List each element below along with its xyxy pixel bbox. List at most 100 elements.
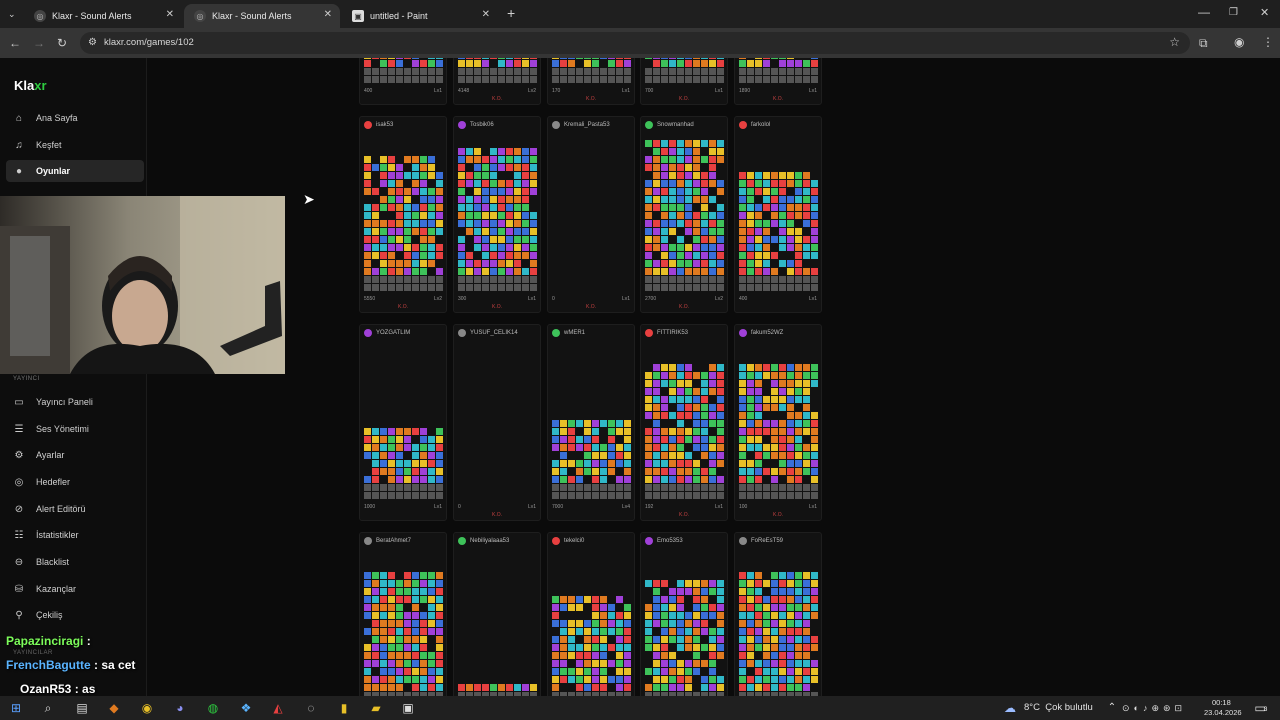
bookmark-star-icon[interactable]: ☆ — [1169, 36, 1180, 48]
tetris-block — [755, 76, 762, 83]
new-tab-button[interactable]: + — [507, 6, 515, 20]
player-board[interactable]: wMER1 7000 Lv4 — [547, 324, 635, 521]
close-tab-icon[interactable]: ✕ — [166, 9, 174, 20]
forward-icon[interactable]: → — [33, 37, 45, 49]
tetris-block — [530, 284, 537, 291]
tetris-block — [372, 644, 379, 651]
nav-ayarlar[interactable]: ⚙ Ayarlar — [6, 444, 144, 466]
player-board[interactable]: isak53 5550 Lv2 K.O. — [359, 116, 447, 313]
tetris-block — [412, 460, 419, 467]
tetris-block — [514, 196, 521, 203]
nav-ses-yonetimi[interactable]: ☰ Ses Yönetimi — [6, 418, 144, 440]
nav-oyunlar[interactable]: ● Oyunlar — [6, 160, 144, 182]
menu-icon[interactable]: ⋮ — [1262, 36, 1274, 48]
tetris-block — [396, 588, 403, 595]
player-board[interactable]: YUSUF_CELIK14 0 Lv1 K.O. — [453, 324, 541, 521]
tetris-block — [372, 484, 379, 491]
browser-tab-2[interactable]: ◎ Klaxr - Sound Alerts ✕ — [184, 4, 340, 28]
player-board[interactable]: FoReEsT59 — [734, 532, 822, 696]
browser-tab-1[interactable]: ◎ Klaxr - Sound Alerts ✕ — [24, 4, 182, 28]
player-board[interactable]: 1890 Lv1 K.O. — [734, 58, 822, 105]
player-board[interactable]: Nebiliyalaaa53 — [453, 532, 541, 696]
app-icon[interactable]: ◌ — [303, 700, 319, 716]
player-board[interactable]: 170 Lv1 K.O. — [547, 58, 635, 105]
tetris-block — [653, 412, 660, 419]
reload-icon[interactable]: ↻ — [57, 37, 67, 49]
start-icon[interactable]: ⊞ — [8, 700, 24, 716]
url-field[interactable]: ⚙ klaxr.com/games/102 ☆ — [80, 32, 1190, 54]
weather-icon[interactable]: ☁ — [1002, 700, 1018, 716]
tetris-block — [771, 484, 778, 491]
profile-icon[interactable]: ◉ — [1234, 36, 1244, 48]
player-board[interactable]: YOZGATLIM 1000 Lv1 — [359, 324, 447, 521]
tetris-block — [795, 68, 802, 75]
tetris-block — [677, 644, 684, 651]
player-board[interactable]: Kremali_Pasta53 0 Lv1 K.O. — [547, 116, 635, 313]
tetris-block — [763, 76, 770, 83]
nav-kesfet[interactable]: ♫ Keşfet — [6, 134, 144, 156]
tetris-block — [763, 188, 770, 195]
tab-list-icon[interactable]: ⌄ — [8, 8, 16, 20]
app-icon[interactable]: ❖ — [238, 700, 254, 716]
back-icon[interactable]: ← — [9, 37, 21, 49]
clock-time[interactable]: 00:18 — [1212, 698, 1231, 707]
nav-alert-editoru[interactable]: ⊘ Alert Editörü — [6, 498, 144, 520]
klaxr-logo[interactable]: Klaxr — [14, 78, 47, 93]
chrome-icon[interactable]: ◉ — [139, 700, 155, 716]
tray-chevron-icon[interactable]: ⌃ — [1104, 700, 1120, 716]
close-tab-icon[interactable]: ✕ — [324, 9, 332, 20]
spotify-icon[interactable]: ◍ — [205, 700, 221, 716]
tetris-block — [592, 420, 599, 427]
tetris-block — [803, 180, 810, 187]
tetris-block — [608, 420, 615, 427]
browser-tab-3[interactable]: ▣ untitled - Paint ✕ — [342, 4, 498, 28]
player-board[interactable]: tekelci0 — [547, 532, 635, 696]
file-icon[interactable]: ▤ — [74, 700, 90, 716]
player-board[interactable]: 4148 Lv2 K.O. — [453, 58, 541, 105]
discord-icon[interactable]: ◕ — [172, 700, 188, 716]
tetris-block — [490, 164, 497, 171]
player-board[interactable]: Snowmanhad 2700 Lv2 K.O. — [640, 116, 728, 313]
player-board[interactable]: 400 Lv1 — [359, 58, 447, 105]
nav-cekilis[interactable]: ⚲ Çekiliş — [6, 604, 144, 626]
player-board[interactable]: BeratAhmet7 — [359, 532, 447, 696]
folder-icon[interactable]: ▰ — [368, 700, 384, 716]
search-icon[interactable]: ⌕ — [40, 700, 56, 716]
player-board[interactable]: FITTIRIK53 192 Lv1 K.O. — [640, 324, 728, 521]
nav-kazanclar[interactable]: ⛁ Kazançlar — [6, 578, 144, 600]
paint-icon[interactable]: ▣ — [400, 700, 416, 716]
tetris-block — [677, 412, 684, 419]
player-board[interactable]: farkolol 400 Lv1 — [734, 116, 822, 313]
tetris-block — [396, 236, 403, 243]
player-name: tekelci0 — [564, 538, 585, 544]
clock-date[interactable]: 23.04.2026 — [1204, 708, 1242, 717]
weather-text[interactable]: 8°C Çok bulutlu — [1024, 702, 1093, 713]
nav-istatistikler[interactable]: ☷ İstatistikler — [6, 524, 144, 546]
app-icon[interactable]: ◭ — [270, 700, 286, 716]
app-icon[interactable]: ◆ — [106, 700, 122, 716]
restore-icon[interactable]: ❐ — [1229, 7, 1238, 19]
nav-ana-sayfa[interactable]: ⌂ Ana Sayfa — [6, 107, 144, 129]
tetris-block — [685, 380, 692, 387]
nav-hedefler[interactable]: ◎ Hedefler — [6, 471, 144, 493]
tetris-block — [458, 244, 465, 251]
minimize-icon[interactable]: — — [1198, 6, 1210, 18]
tetris-block — [372, 228, 379, 235]
extensions-icon[interactable]: ⧉ — [1199, 37, 1208, 49]
tetris-block — [380, 492, 387, 499]
nav-yayinci-paneli[interactable]: ▭ Yayıncı Paneli — [6, 391, 144, 413]
close-icon[interactable]: ✕ — [1260, 7, 1269, 19]
player-board[interactable]: 700 Lv1 K.O. — [640, 58, 728, 105]
player-board[interactable]: Emo5353 — [640, 532, 728, 696]
tray-icons[interactable]: ⊙◐♪⊕⊛⊡ — [1122, 700, 1212, 716]
player-board[interactable]: fakum52WZ 100 Lv1 K.O. — [734, 324, 822, 521]
player-board[interactable]: Tosbik06 300 Lv1 K.O. — [453, 116, 541, 313]
tetris-block — [466, 212, 473, 219]
close-tab-icon[interactable]: ✕ — [482, 9, 490, 20]
tetris-block — [677, 428, 684, 435]
site-info-icon[interactable]: ⚙ — [88, 37, 97, 49]
nav-blacklist[interactable]: ⊖ Blacklist — [6, 551, 144, 573]
app-icon[interactable]: ▮ — [336, 700, 352, 716]
tetris-block — [474, 76, 481, 83]
tetris-block — [420, 476, 427, 483]
